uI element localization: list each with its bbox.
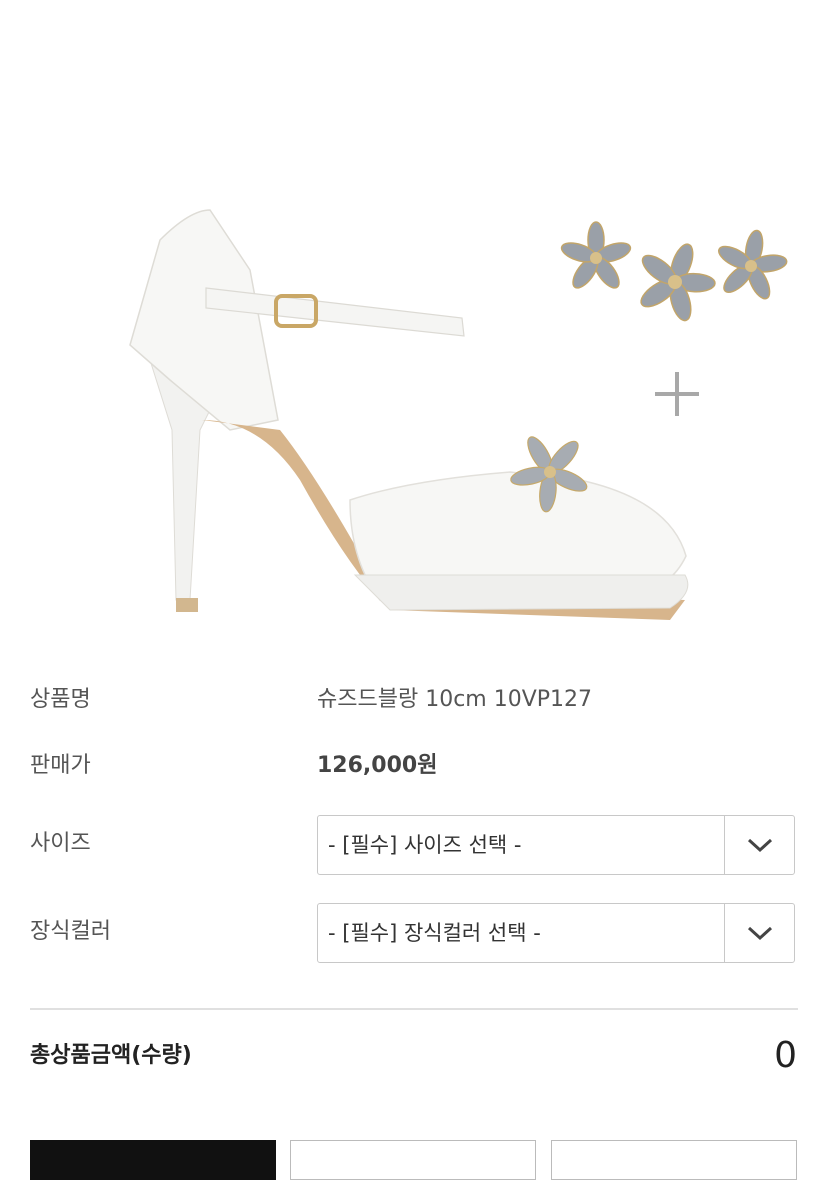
size-select-value: - [필수] 사이즈 선택 - bbox=[328, 833, 522, 857]
decor-select-value: - [필수] 장식컬러 선택 - bbox=[328, 921, 541, 945]
decor-label: 장식컬러 bbox=[30, 919, 111, 944]
product-name-row: 상품명 슈즈드블랑 10cm 10VP127 bbox=[0, 680, 829, 720]
plus-icon bbox=[655, 372, 699, 416]
buy-now-button[interactable] bbox=[30, 1140, 276, 1180]
price-label: 판매가 bbox=[30, 753, 91, 778]
product-name-label: 상품명 bbox=[30, 687, 91, 712]
price-value: 126,000원 bbox=[317, 753, 438, 778]
decor-dropdown-button[interactable] bbox=[724, 904, 794, 962]
size-label: 사이즈 bbox=[30, 831, 91, 856]
divider bbox=[30, 1008, 798, 1010]
total-label: 총상품금액(수량) bbox=[30, 1043, 192, 1068]
cart-button[interactable] bbox=[290, 1140, 536, 1180]
chevron-down-icon bbox=[747, 838, 772, 853]
product-name-value: 슈즈드블랑 10cm 10VP127 bbox=[317, 687, 593, 712]
decor-select[interactable]: - [필수] 장식컬러 선택 - bbox=[317, 903, 795, 963]
product-image bbox=[129, 209, 788, 620]
size-select[interactable]: - [필수] 사이즈 선택 - bbox=[317, 815, 795, 875]
wishlist-button[interactable] bbox=[551, 1140, 797, 1180]
total-value: 0 bbox=[774, 1035, 797, 1076]
size-dropdown-button[interactable] bbox=[724, 816, 794, 874]
price-row: 판매가 126,000원 bbox=[0, 746, 829, 786]
chevron-down-icon bbox=[747, 926, 772, 941]
brooch-image bbox=[560, 221, 788, 322]
